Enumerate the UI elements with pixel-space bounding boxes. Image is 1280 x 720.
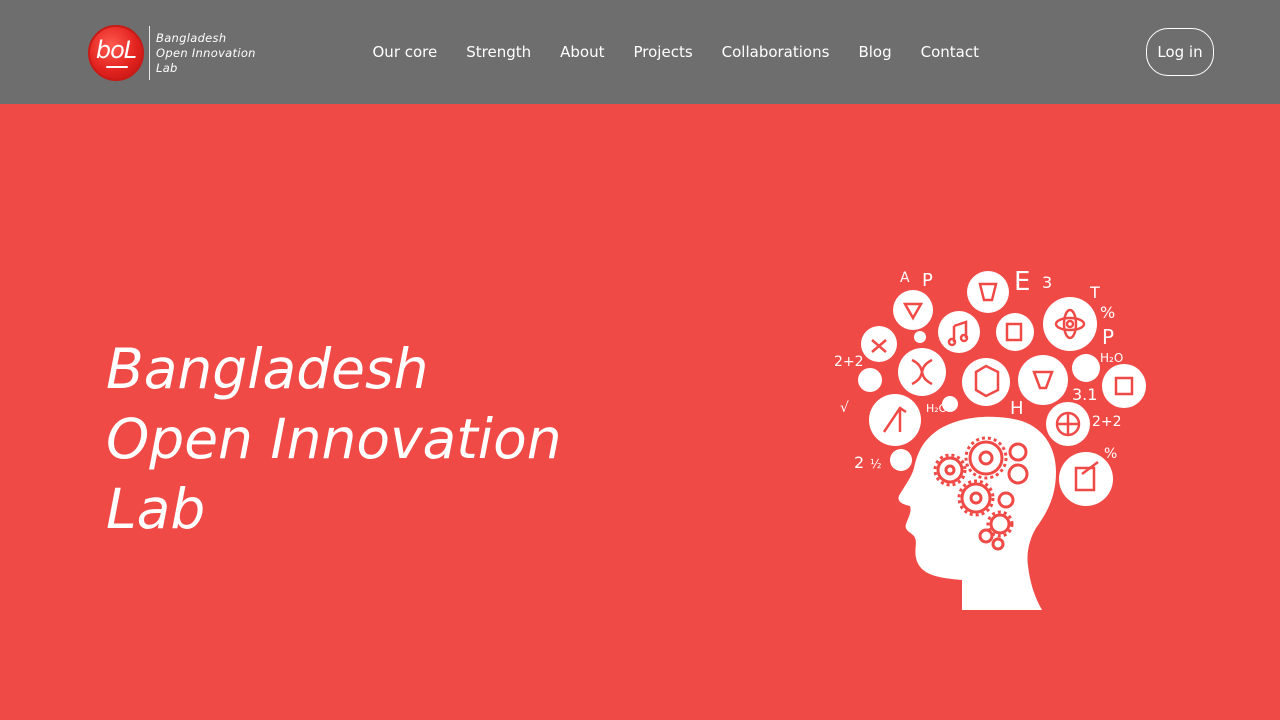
logo-badge-underline [106, 66, 128, 68]
logo-divider [149, 26, 150, 80]
nav-link-contact[interactable]: Contact [906, 34, 993, 70]
glyph: A [900, 270, 910, 286]
glyph: 2+2 [1092, 414, 1122, 430]
logo-line: Open Innovation [156, 45, 256, 60]
glyph: H₂O [1100, 351, 1123, 365]
nav-link-about[interactable]: About [546, 34, 619, 70]
glyph: ½ [870, 457, 882, 471]
glyph: T [1089, 283, 1100, 302]
logo-badge-icon: boL [88, 25, 144, 81]
glyph: E [1014, 267, 1030, 297]
glyph: 2+2 [834, 354, 864, 370]
main-nav: Our core Strength About Projects Collabo… [358, 34, 993, 70]
glyph: 3 [1042, 273, 1052, 292]
nav-link-blog[interactable]: Blog [844, 34, 906, 70]
hero-title-line: Bangladesh [106, 337, 429, 401]
head-with-gears-icon: 2+2 2+2 A P E 3 T % P H₂O H₂O H 2 ½ % 3.… [834, 267, 1146, 610]
glyph: P [1102, 325, 1114, 349]
logo-line: Bangladesh [156, 30, 227, 45]
glyph: P [922, 270, 933, 291]
site-header: boL Bangladesh Open Innovation Lab Our c… [0, 0, 1280, 104]
glyph: % [1100, 303, 1115, 322]
nav-link-strength[interactable]: Strength [452, 34, 546, 70]
login-button[interactable]: Log in [1146, 28, 1214, 76]
logo-badge-text: boL [95, 36, 137, 64]
glyph: H₂O [926, 402, 948, 415]
nav-link-projects[interactable]: Projects [619, 34, 707, 70]
glyph: 3.1 [1072, 385, 1097, 404]
site-logo[interactable]: boL Bangladesh Open Innovation Lab [88, 24, 256, 82]
logo-line: Lab [156, 60, 178, 75]
hero-title-line: Lab [106, 477, 206, 541]
logo-wordmark: Bangladesh Open Innovation Lab [156, 31, 256, 76]
glyph: H [1010, 398, 1024, 419]
hero-title: Bangladesh Open Innovation Lab [106, 334, 726, 544]
glyph: √ [840, 400, 849, 416]
glyph: % [1104, 446, 1117, 462]
nav-link-our-core[interactable]: Our core [358, 34, 452, 70]
glyph: 2 [854, 453, 864, 472]
nav-link-collaborations[interactable]: Collaborations [707, 34, 844, 70]
hero-title-line: Open Innovation [106, 407, 562, 471]
